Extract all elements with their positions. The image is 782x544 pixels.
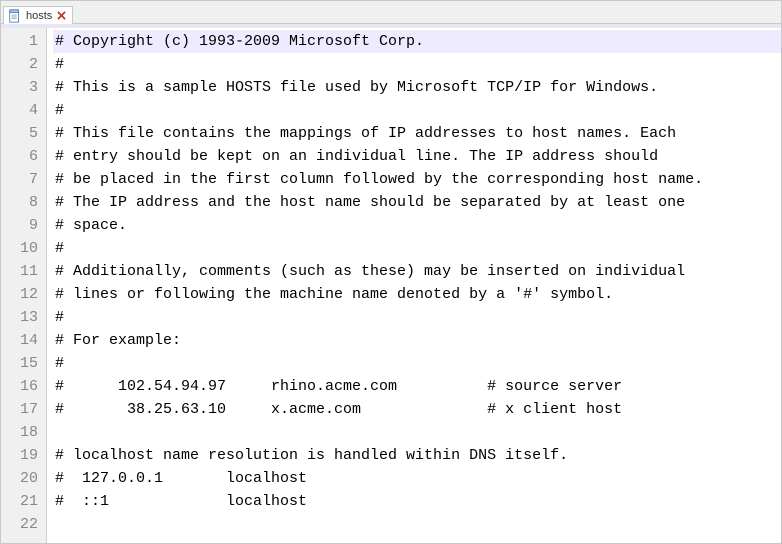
editor-window: hosts 1234567891011121314151617181920212… <box>0 0 782 544</box>
line-number: 20 <box>5 467 38 490</box>
code-line[interactable]: # Additionally, comments (such as these)… <box>53 260 781 283</box>
code-line[interactable]: # <box>53 237 781 260</box>
file-icon <box>8 9 22 23</box>
code-line[interactable]: # <box>53 99 781 122</box>
editor-pane: 12345678910111213141516171819202122 # Co… <box>1 28 781 543</box>
line-number: 1 <box>5 30 38 53</box>
code-line[interactable]: # The IP address and the host name shoul… <box>53 191 781 214</box>
code-line[interactable] <box>53 513 781 536</box>
code-line[interactable]: # be placed in the first column followed… <box>53 168 781 191</box>
line-number: 7 <box>5 168 38 191</box>
line-number: 14 <box>5 329 38 352</box>
line-number: 22 <box>5 513 38 536</box>
line-number: 15 <box>5 352 38 375</box>
line-number: 9 <box>5 214 38 237</box>
code-line[interactable]: # This file contains the mappings of IP … <box>53 122 781 145</box>
line-number: 12 <box>5 283 38 306</box>
line-number: 21 <box>5 490 38 513</box>
tab-label: hosts <box>26 10 52 22</box>
code-line[interactable]: # <box>53 352 781 375</box>
code-line[interactable]: # ::1 localhost <box>53 490 781 513</box>
line-number: 2 <box>5 53 38 76</box>
code-line[interactable]: # 102.54.94.97 rhino.acme.com # source s… <box>53 375 781 398</box>
line-number: 17 <box>5 398 38 421</box>
code-line[interactable]: # For example: <box>53 329 781 352</box>
line-number: 16 <box>5 375 38 398</box>
code-line[interactable]: # entry should be kept on an individual … <box>53 145 781 168</box>
code-line[interactable]: # This is a sample HOSTS file used by Mi… <box>53 76 781 99</box>
line-number: 4 <box>5 99 38 122</box>
code-area[interactable]: # Copyright (c) 1993-2009 Microsoft Corp… <box>47 28 781 543</box>
close-icon[interactable] <box>56 11 66 21</box>
line-number: 8 <box>5 191 38 214</box>
line-number: 5 <box>5 122 38 145</box>
code-line[interactable]: # <box>53 306 781 329</box>
line-number: 3 <box>5 76 38 99</box>
line-number: 18 <box>5 421 38 444</box>
line-number: 19 <box>5 444 38 467</box>
code-line[interactable]: # lines or following the machine name de… <box>53 283 781 306</box>
line-number: 10 <box>5 237 38 260</box>
tab-bar: hosts <box>1 1 781 24</box>
code-line[interactable] <box>53 421 781 444</box>
code-line[interactable]: # localhost name resolution is handled w… <box>53 444 781 467</box>
code-line[interactable]: # Copyright (c) 1993-2009 Microsoft Corp… <box>53 30 781 53</box>
code-line[interactable]: # space. <box>53 214 781 237</box>
code-line[interactable]: # 38.25.63.10 x.acme.com # x client host <box>53 398 781 421</box>
code-line[interactable]: # 127.0.0.1 localhost <box>53 467 781 490</box>
line-number: 6 <box>5 145 38 168</box>
line-number-gutter: 12345678910111213141516171819202122 <box>1 28 47 543</box>
code-line[interactable]: # <box>53 53 781 76</box>
file-tab-hosts[interactable]: hosts <box>3 6 73 24</box>
line-number: 13 <box>5 306 38 329</box>
line-number: 11 <box>5 260 38 283</box>
